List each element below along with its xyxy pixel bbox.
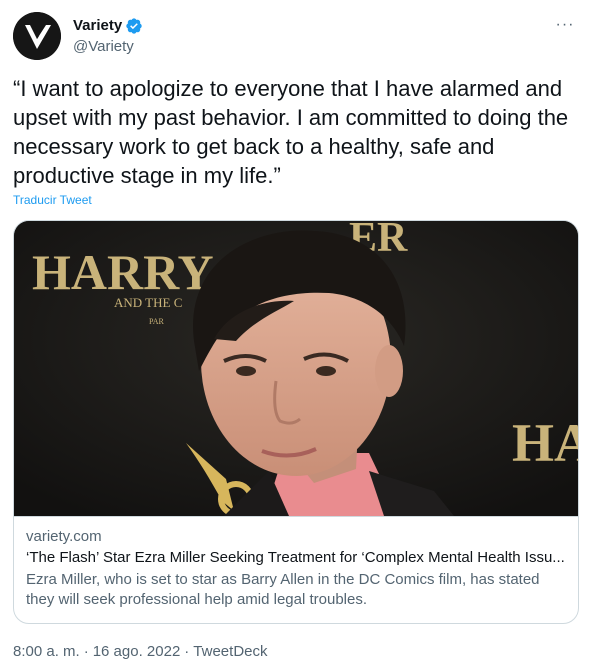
card-title: ‘The Flash’ Star Ezra Miller Seeking Tre… — [26, 549, 565, 566]
account-names: Variety @Variety — [73, 16, 143, 57]
card-description: Ezra Miller, who is set to star as Barry… — [26, 571, 540, 608]
card-domain: variety.com — [26, 528, 102, 545]
variety-v-logo-icon — [13, 12, 61, 60]
handle[interactable]: @Variety — [73, 37, 143, 57]
meta-separator: · — [83, 643, 89, 660]
meta-separator: · — [184, 643, 190, 660]
tweet-text: “I want to apologize to everyone that I … — [13, 76, 569, 188]
tweet-meta: 8:00 a. m. · 16 ago. 2022 · TweetDeck — [13, 642, 268, 662]
backdrop-text-part: PAR — [149, 317, 164, 326]
more-horizontal-icon[interactable]: ··· — [551, 14, 579, 36]
tweet-time[interactable]: 8:00 a. m. — [13, 642, 80, 662]
name-row: Variety — [73, 16, 143, 36]
display-name[interactable]: Variety — [73, 16, 122, 36]
backdrop-text-and-the: AND THE C — [114, 295, 182, 310]
card-image: HARRY ER AND THE C PAR HA — [14, 221, 578, 516]
card-body: variety.com ‘The Flash’ Star Ezra Miller… — [14, 516, 578, 623]
translate-tweet-link[interactable]: Traducir Tweet — [13, 192, 92, 208]
avatar[interactable] — [13, 12, 61, 60]
tweet-source[interactable]: TweetDeck — [193, 642, 267, 662]
tweet-date[interactable]: 16 ago. 2022 — [93, 642, 181, 662]
link-card[interactable]: HARRY ER AND THE C PAR HA — [13, 220, 579, 624]
backdrop-text-right: HA — [512, 413, 578, 473]
backdrop-text-harry: HARRY — [32, 244, 214, 300]
verified-badge-icon — [125, 17, 143, 35]
tweet-header: Variety @Variety ··· — [13, 12, 579, 60]
tweet: Variety @Variety ··· “I want to apologiz… — [0, 0, 591, 670]
